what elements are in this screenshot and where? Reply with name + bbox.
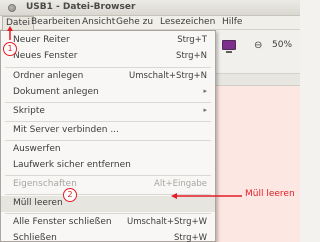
menu-separator [5, 194, 211, 195]
menu-separator [5, 213, 211, 214]
submenu-arrow-icon: ▸ [203, 87, 207, 95]
menu-separator [5, 102, 211, 103]
menu-item-close[interactable]: Schließen Strg+W [1, 231, 215, 242]
menu-item-eject[interactable]: Auswerfen [1, 142, 215, 158]
title-bar: USB1 - Datei-Browser [0, 0, 300, 16]
menu-item-scripts[interactable]: Skripte ▸ [1, 104, 215, 120]
zoom-level: 50% [272, 40, 293, 50]
menu-separator [5, 67, 211, 68]
annotation-label: Müll leeren [245, 189, 295, 199]
menu-bookmarks[interactable]: Lesezeichen [160, 17, 215, 27]
menu-help[interactable]: Hilfe [222, 17, 242, 27]
menu-go[interactable]: Gehe zu [116, 17, 153, 27]
window-title: USB1 - Datei-Browser [26, 2, 136, 12]
file-menu-dropdown: Neuer Reiter Strg+T Neues Fenster Strg+N… [0, 30, 216, 242]
menu-separator [5, 175, 211, 176]
menu-separator [5, 140, 211, 141]
annotation-badge-1: 1 [3, 42, 17, 56]
zoom-out-icon[interactable]: ⊖ [254, 40, 262, 51]
menu-separator [5, 121, 211, 122]
close-window-button[interactable] [8, 4, 16, 12]
menu-item-close-all-windows[interactable]: Alle Fenster schließen Umschalt+Strg+W [1, 215, 215, 231]
menu-item-new-tab[interactable]: Neuer Reiter Strg+T [1, 33, 215, 49]
menu-view[interactable]: Ansicht [82, 17, 115, 27]
menu-item-new-window[interactable]: Neues Fenster Strg+N [1, 49, 215, 65]
menu-edit[interactable]: Bearbeiten [31, 17, 80, 27]
menu-item-connect-server[interactable]: Mit Server verbinden ... [1, 123, 215, 139]
menu-item-create-folder[interactable]: Ordner anlegen Umschalt+Strg+N [1, 69, 215, 85]
menu-item-empty-trash[interactable]: Müll leeren [1, 196, 215, 212]
computer-icon[interactable] [222, 40, 236, 53]
menu-item-create-document[interactable]: Dokument anlegen ▸ [1, 85, 215, 101]
menu-item-safely-remove[interactable]: Laufwerk sicher entfernen [1, 158, 215, 174]
submenu-arrow-icon: ▸ [203, 106, 207, 114]
menu-file[interactable]: Datei [2, 16, 35, 30]
annotation-badge-2: 2 [63, 188, 77, 202]
menu-item-properties: Eigenschaften Alt+Eingabe [13, 179, 207, 189]
menu-bar: Datei Bearbeiten Ansicht Gehe zu Lesezei… [0, 16, 300, 30]
